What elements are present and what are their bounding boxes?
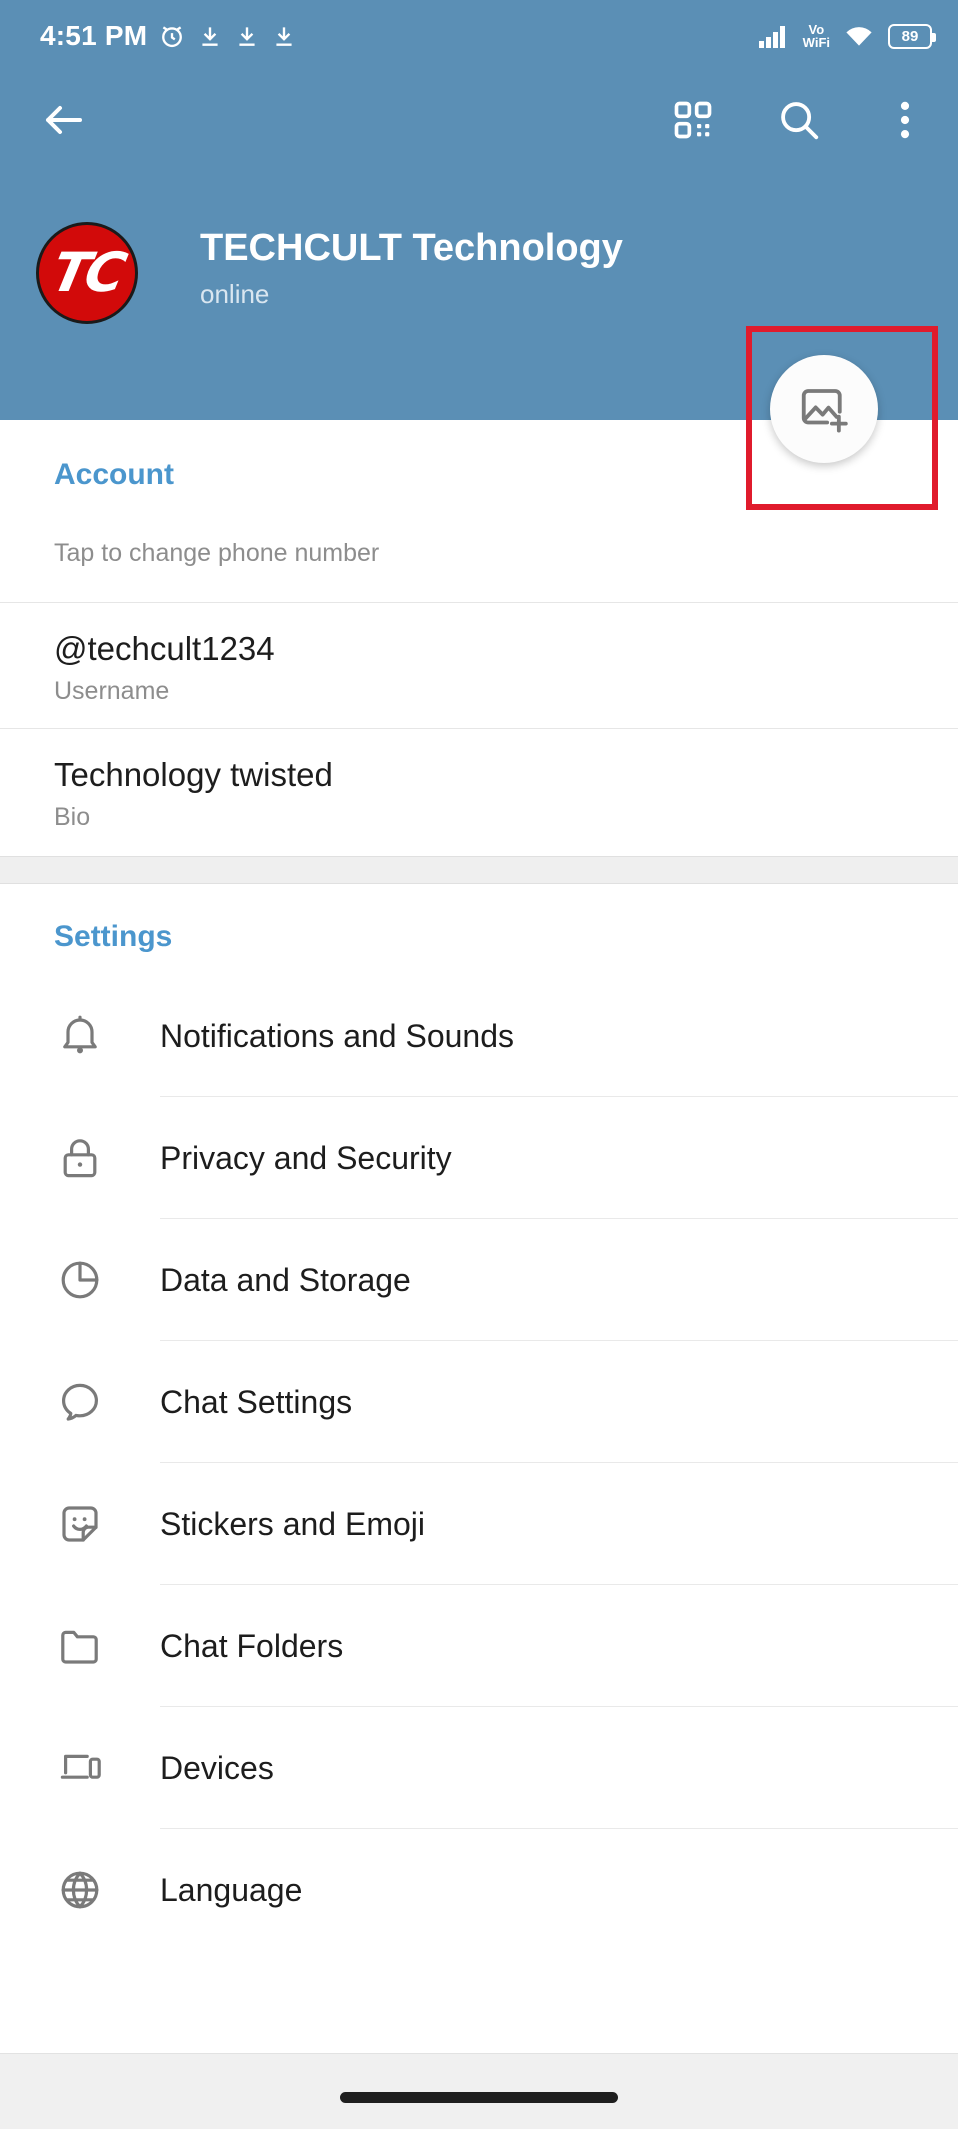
username-value: @techcult1234	[54, 629, 275, 667]
download-icon	[271, 23, 297, 49]
download-icon	[234, 23, 260, 49]
settings-item-chat-settings[interactable]: Chat Settings	[0, 1341, 958, 1464]
vowifi-line2: WiFi	[802, 35, 830, 50]
battery-percent: 89	[901, 27, 919, 45]
add-photo-button[interactable]	[770, 355, 878, 463]
globe-icon	[0, 1866, 160, 1914]
back-arrow-icon	[40, 96, 88, 144]
settings-item-label: Devices	[160, 1749, 274, 1786]
profile-name: TECHCULT Technology	[200, 227, 623, 269]
battery-indicator: 89	[888, 23, 936, 49]
folder-icon	[0, 1622, 160, 1670]
status-clock: 4:51 PM	[40, 20, 148, 51]
profile-status: online	[200, 278, 270, 309]
settings-item-label: Data and Storage	[160, 1261, 411, 1298]
qr-code-icon	[671, 98, 715, 142]
sticker-icon	[0, 1500, 160, 1548]
username-label: Username	[54, 676, 170, 705]
account-row-bio[interactable]: Technology twisted Bio	[0, 729, 958, 856]
toolbar-actions	[666, 93, 932, 147]
settings-item-devices[interactable]: Devices	[0, 1707, 958, 1830]
settings-section-title: Settings	[54, 920, 173, 954]
search-icon	[776, 97, 822, 143]
more-options-button[interactable]	[878, 93, 932, 147]
phone-row-label: Tap to change phone number	[54, 539, 380, 567]
settings-item-label: Language	[160, 1871, 303, 1908]
chat-bubble-icon	[0, 1378, 160, 1426]
devices-icon	[0, 1744, 160, 1792]
settings-content: Account Tap to change phone number @tech…	[0, 420, 958, 2129]
cellular-signal-icon	[758, 23, 790, 49]
home-gesture-bar[interactable]	[340, 2092, 618, 2103]
settings-item-stickers[interactable]: Stickers and Emoji	[0, 1463, 958, 1586]
qr-code-button[interactable]	[666, 93, 720, 147]
settings-item-label: Chat Settings	[160, 1383, 353, 1420]
search-button[interactable]	[772, 93, 826, 147]
avatar[interactable]: TC	[36, 222, 138, 324]
settings-item-notifications[interactable]: Notifications and Sounds	[0, 975, 958, 1098]
profile-block: TC TECHCULT Technology online	[36, 222, 623, 324]
telegram-settings-screen: 4:51 PM Vo WiFi 89 TC TECHCULT Technolog…	[0, 0, 958, 2129]
vowifi-indicator: Vo WiFi	[803, 23, 830, 49]
status-bar-left: 4:51 PM	[40, 20, 297, 52]
app-toolbar	[0, 72, 958, 168]
lock-icon	[0, 1134, 160, 1182]
bio-value: Technology twisted	[54, 756, 333, 794]
add-photo-icon	[797, 382, 851, 436]
alarm-clock-icon	[158, 22, 186, 50]
account-row-username[interactable]: @techcult1234 Username	[0, 603, 958, 730]
wifi-icon	[843, 23, 875, 49]
bio-label: Bio	[54, 803, 91, 832]
system-navigation-bar	[0, 2053, 958, 2129]
settings-item-chat-folders[interactable]: Chat Folders	[0, 1585, 958, 1708]
settings-item-privacy[interactable]: Privacy and Security	[0, 1097, 958, 1220]
settings-item-label: Stickers and Emoji	[160, 1505, 425, 1542]
account-row-phone[interactable]: Tap to change phone number	[0, 491, 958, 603]
section-separator	[0, 856, 958, 885]
settings-item-label: Notifications and Sounds	[160, 1017, 514, 1054]
more-vertical-icon	[887, 98, 923, 142]
settings-item-language[interactable]: Language	[0, 1829, 958, 1951]
settings-item-label: Chat Folders	[160, 1627, 344, 1664]
settings-item-label: Privacy and Security	[160, 1139, 452, 1176]
status-bar: 4:51 PM Vo WiFi 89	[0, 0, 958, 72]
settings-item-data-storage[interactable]: Data and Storage	[0, 1219, 958, 1342]
pie-chart-icon	[0, 1256, 160, 1304]
download-icon	[197, 23, 223, 49]
profile-text: TECHCULT Technology online	[200, 222, 623, 308]
bell-icon	[0, 1012, 160, 1060]
back-button[interactable]	[36, 92, 92, 148]
avatar-initials: TC	[46, 241, 129, 304]
status-bar-right: Vo WiFi 89	[758, 23, 936, 49]
